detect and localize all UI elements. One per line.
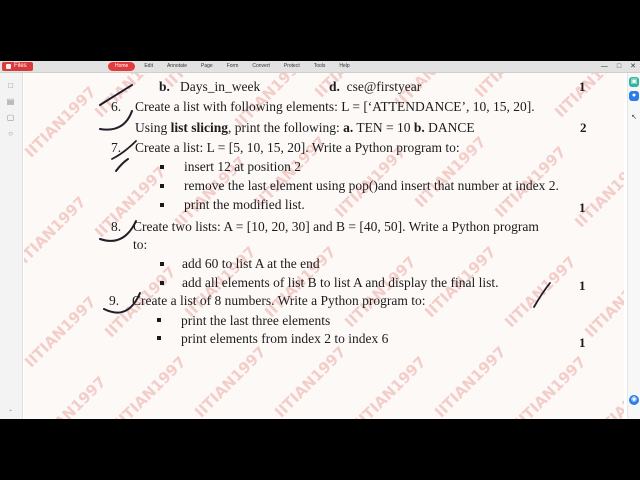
- bullet: [160, 184, 164, 188]
- bullet: [160, 165, 164, 169]
- menu-home[interactable]: Home: [108, 62, 136, 71]
- layers-icon[interactable]: ▤: [6, 97, 15, 106]
- left-sidebar: □ ▤ ▢ ○ ⌃: [0, 73, 23, 419]
- q8-number: 8.: [111, 219, 122, 234]
- q8-line1: Create two lists: A = [10, 20, 30] and B…: [133, 219, 539, 234]
- collapse-icon[interactable]: ⌃: [6, 409, 15, 418]
- q9-bullet-1: print the last three elements: [181, 313, 331, 328]
- q9-line1: Create a list of 8 numbers. Write a Pyth…: [132, 293, 426, 308]
- menu-edit[interactable]: Edit: [139, 62, 158, 71]
- menu-convert[interactable]: Convert: [247, 62, 275, 71]
- q8-marks: 1: [579, 278, 586, 293]
- attachment-icon[interactable]: ○: [6, 129, 15, 138]
- right-sidebar: ▣ ● ↖ ◉: [627, 73, 640, 419]
- q7-bullet-2: remove the last element using pop()and i…: [184, 178, 559, 193]
- menu-protect[interactable]: Protect: [279, 62, 305, 71]
- bullet: [157, 336, 161, 340]
- window-controls: — □ ✕: [601, 62, 636, 71]
- q5-marks: 1: [579, 79, 586, 94]
- menu-page[interactable]: Page: [196, 62, 218, 71]
- q6-line1: Create a list with following elements: L…: [135, 99, 535, 114]
- q7-number: 7.: [111, 140, 122, 155]
- q6-number: 6.: [111, 99, 122, 114]
- q7-line1: Create a list: L = [5, 10, 15, 20]. Writ…: [135, 140, 460, 155]
- menu-annotate[interactable]: Annotate: [162, 62, 192, 71]
- q7-bullet-3: print the modified list.: [184, 197, 305, 212]
- menu-help[interactable]: Help: [334, 62, 354, 71]
- document-page: IITIAN1997 IITIAN1997 IITIAN1997 IITIAN1997…: [24, 73, 624, 419]
- bullet: [160, 262, 164, 266]
- ai-assistant-icon[interactable]: ●: [629, 91, 639, 101]
- translate-icon[interactable]: ▣: [629, 77, 639, 87]
- cursor-icon[interactable]: ↖: [629, 113, 639, 123]
- q7-marks: 1: [579, 200, 586, 215]
- q6-marks: 2: [580, 120, 587, 135]
- comment-icon[interactable]: ▢: [6, 113, 15, 122]
- ribbon-menu: Home Edit Annotate Page Form Convert Pro…: [108, 62, 355, 71]
- q9-marks: 1: [579, 335, 586, 350]
- q5-option-d: d. cse@firstyear: [329, 79, 422, 94]
- q6-line2: Using list slicing, print the following:…: [135, 120, 475, 135]
- q8-line2: to:: [133, 237, 148, 252]
- close-button[interactable]: ✕: [630, 62, 636, 71]
- q9-number: 9.: [109, 293, 120, 308]
- maximize-button[interactable]: □: [617, 62, 621, 71]
- files-button[interactable]: Files: [2, 62, 33, 71]
- minimize-button[interactable]: —: [601, 62, 608, 71]
- q5-option-b: b. Days_in_week: [159, 79, 261, 94]
- bullet: [160, 281, 164, 285]
- q7-bullet-1: insert 12 at position 2: [184, 159, 301, 174]
- chat-icon[interactable]: ◉: [629, 395, 639, 405]
- q8-bullet-1: add 60 to list A at the end: [182, 256, 320, 271]
- menu-tools[interactable]: Tools: [309, 62, 331, 71]
- menu-form[interactable]: Form: [222, 62, 244, 71]
- q9-bullet-2: print elements from index 2 to index 6: [181, 331, 389, 346]
- bullet: [157, 318, 161, 322]
- pdf-reader-window: Files Home Edit Annotate Page Form Conve…: [0, 61, 640, 419]
- ribbon-toolbar: Files Home Edit Annotate Page Form Conve…: [0, 61, 640, 73]
- q8-bullet-2: add all elements of list B to list A and…: [182, 275, 499, 290]
- bookmark-icon[interactable]: □: [6, 81, 15, 90]
- bullet: [160, 203, 164, 207]
